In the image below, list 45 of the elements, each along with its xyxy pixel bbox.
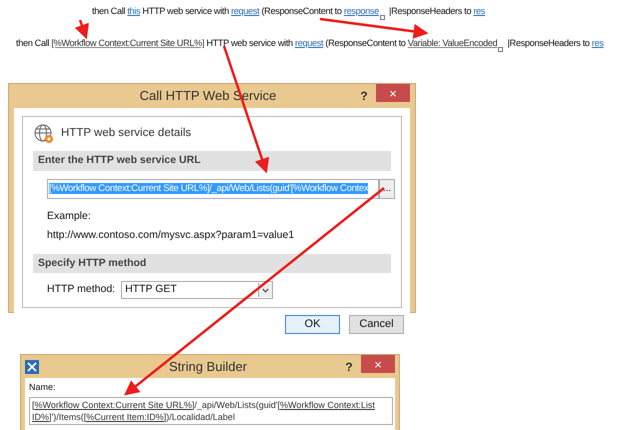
workflow-value-link[interactable]: [%Workflow Context:Current Site URL%] (51, 37, 204, 52)
string-input-field[interactable]: [%Workflow Context:Current Site URL%]/_api/Web/Lists(guid'[%Workflow Context:List ID%]')/Items([%Current Item:ID%])/Localidad/Label (29, 396, 393, 424)
lookup-token[interactable]: [%Workflow Context:List (278, 398, 375, 410)
section-bar: Enter the HTTP web service URL (33, 151, 391, 171)
dialog-button[interactable]: Cancel (349, 315, 404, 334)
workflow-text: then Call (92, 5, 126, 18)
workflow-link[interactable]: res (592, 37, 604, 52)
workflow-text: HTTP web service with (141, 5, 230, 18)
workflow-text: (ResponseContent to (260, 5, 343, 18)
name-label: Name: (29, 381, 57, 394)
workflow-link[interactable]: request (231, 5, 260, 20)
workflow-link[interactable]: response (344, 5, 379, 19)
browse-button[interactable]: ... (379, 178, 395, 199)
lookup-token[interactable]: ID%] (32, 410, 52, 422)
handle-icon[interactable] (498, 47, 504, 52)
string-text: )/Localidad/Label (166, 410, 235, 422)
dialog-title: String Builder (168, 358, 248, 376)
dialog-button[interactable]: OK (285, 315, 340, 334)
workflow-link[interactable]: request (294, 37, 324, 52)
workflow-text: then Call (16, 37, 50, 50)
help-button[interactable]: ? (337, 358, 361, 376)
workflow-value-link[interactable]: Variable: ValueEncoded (408, 37, 498, 51)
example-label: Example: (47, 209, 92, 224)
string-text: ')/Items( (52, 410, 84, 422)
close-button[interactable]: × (376, 84, 410, 102)
globe-gear-icon (33, 123, 55, 145)
workflow-text: HTTP web service with (205, 37, 294, 50)
lookup-token[interactable]: [%Workflow Context:Current Site URL%] (32, 398, 194, 410)
string-text: /_api/Web/Lists(guid' (194, 398, 278, 410)
close-button[interactable]: × (361, 355, 395, 373)
method-dropdown[interactable]: HTTP GET (121, 281, 274, 299)
section-heading: HTTP web service details (61, 126, 192, 142)
example-url: http://www.contoso.com/mysvc.aspx?param1=value1 (47, 228, 296, 243)
workflow-link[interactable]: this (127, 5, 140, 20)
workflow-link[interactable]: res (473, 5, 486, 20)
url-text: [%Workflow Context:Current Site URL%]/_api/Web/Lists(guid'[%Workflow Contex (49, 182, 368, 194)
workflow-text: (ResponseContent to (324, 37, 407, 50)
lookup-token[interactable]: [%Current Item:ID%] (84, 410, 166, 422)
arrow (74, 20, 89, 40)
handle-icon[interactable] (380, 15, 385, 20)
help-button[interactable]: ? (352, 87, 376, 105)
workflow-text: |ResponseHeaders to (506, 37, 591, 50)
section-bar: Specify HTTP method (33, 254, 391, 274)
method-label: HTTP method: (47, 282, 116, 298)
workflow-text: |ResponseHeaders to (388, 5, 472, 18)
